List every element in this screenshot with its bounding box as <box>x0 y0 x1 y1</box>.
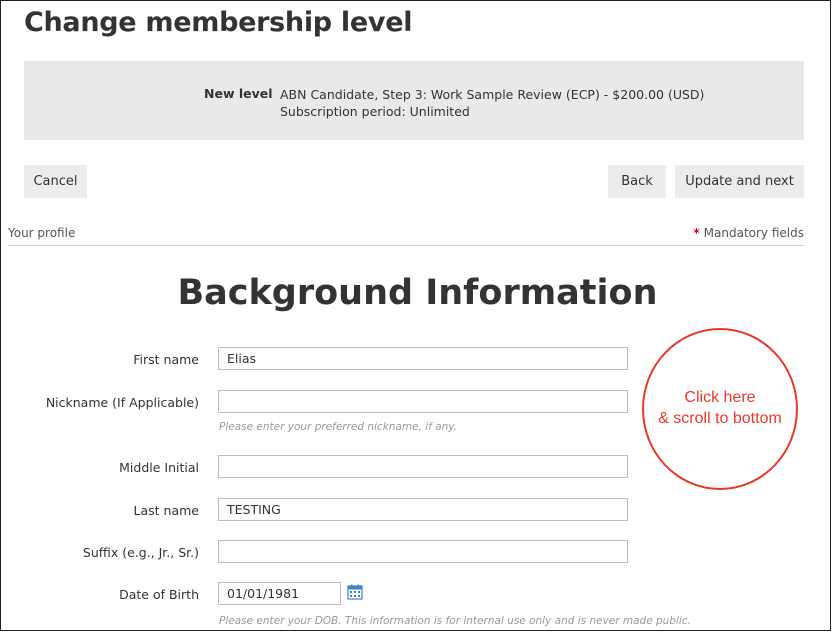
first-name-label: First name <box>133 352 199 367</box>
annotation-line-2: & scroll to bottom <box>658 410 782 427</box>
cancel-button[interactable]: Cancel <box>24 165 87 198</box>
new-level-label: New level <box>204 86 273 101</box>
form-heading: Background Information <box>177 273 658 313</box>
membership-page: Change membership level New level ABN Ca… <box>0 0 831 631</box>
annotation-text: Click here & scroll to bottom <box>642 387 798 429</box>
mandatory-star: * <box>693 226 700 240</box>
suffix-label: Suffix (e.g., Jr., Sr.) <box>82 545 199 560</box>
dob-field[interactable] <box>218 582 341 605</box>
first-name-field[interactable] <box>218 347 628 370</box>
nickname-label: Nickname (If Applicable) <box>45 395 199 410</box>
annotation-line-1: Click here <box>684 389 756 406</box>
section-label: Your profile <box>8 226 76 240</box>
mandatory-text: Mandatory fields <box>703 226 804 240</box>
new-level-panel: New level ABN Candidate, Step 3: Work Sa… <box>24 61 804 140</box>
dob-label: Date of Birth <box>119 587 199 602</box>
subscription-period: Subscription period: Unlimited <box>280 104 470 119</box>
middle-initial-label: Middle Initial <box>119 460 199 475</box>
last-name-label: Last name <box>133 503 199 518</box>
middle-initial-field[interactable] <box>218 455 628 478</box>
dob-hint: Please enter your DOB. This information … <box>219 615 691 627</box>
nickname-field[interactable] <box>218 390 628 413</box>
page-title: Change membership level <box>24 7 413 38</box>
suffix-field[interactable] <box>218 540 628 563</box>
calendar-icon[interactable] <box>347 584 363 600</box>
new-level-value: ABN Candidate, Step 3: Work Sample Revie… <box>280 87 705 102</box>
new-level-details: ABN Candidate, Step 3: Work Sample Revie… <box>280 86 704 120</box>
nickname-hint: Please enter your preferred nickname, if… <box>219 421 458 433</box>
section-header: Your profile * Mandatory fields <box>8 226 804 246</box>
mandatory-fields-note: * Mandatory fields <box>693 226 804 240</box>
last-name-field[interactable] <box>218 498 628 521</box>
back-button[interactable]: Back <box>608 165 666 198</box>
update-and-next-button[interactable]: Update and next <box>675 165 804 198</box>
